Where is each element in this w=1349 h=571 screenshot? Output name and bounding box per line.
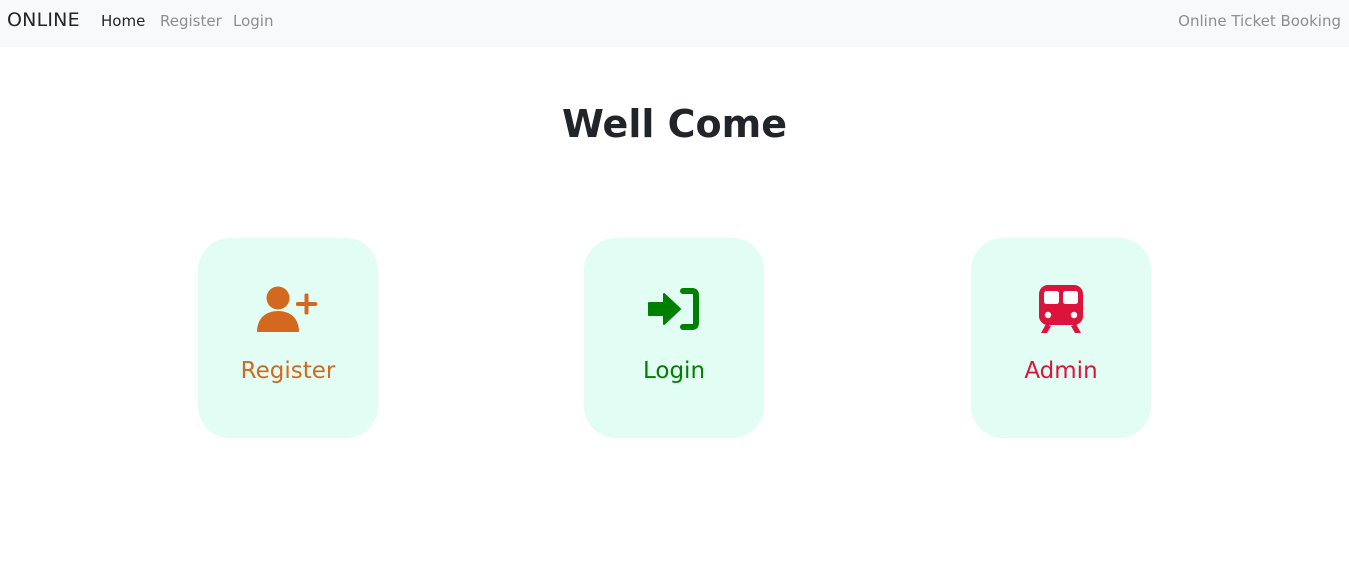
login-card[interactable]: Login bbox=[584, 238, 764, 438]
navbar: ONLINE Home Register Login Online Ticket… bbox=[0, 0, 1349, 47]
login-card-label: Login bbox=[642, 358, 706, 384]
register-card-label: Register bbox=[240, 358, 336, 384]
sign-in-icon bbox=[642, 282, 706, 336]
nav-link-login[interactable]: Login bbox=[233, 12, 273, 30]
admin-card[interactable]: Admin bbox=[971, 238, 1151, 438]
admin-card-label: Admin bbox=[1024, 358, 1098, 384]
train-icon bbox=[1029, 282, 1093, 336]
page-title: Well Come bbox=[562, 102, 787, 146]
brand-link[interactable]: ONLINE bbox=[7, 9, 80, 31]
register-card[interactable]: Register bbox=[198, 238, 378, 438]
nav-link-register[interactable]: Register bbox=[160, 12, 222, 30]
navbar-tagline: Online Ticket Booking bbox=[1178, 12, 1341, 30]
user-plus-icon bbox=[256, 282, 320, 336]
nav-link-home[interactable]: Home bbox=[101, 12, 145, 30]
